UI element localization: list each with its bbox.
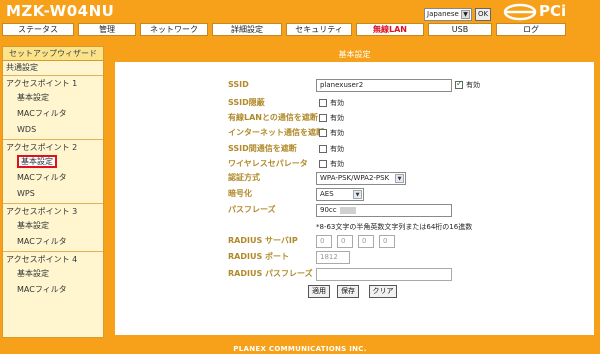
radius-ip-row: RADIUS サーバIP 0 0 0 0 [115, 235, 594, 249]
tab-status[interactable]: ステータス [2, 23, 74, 36]
radius-ip-octet-2[interactable]: 0 [337, 235, 353, 248]
basic-settings-panel: 基本設定 SSID planexuser2 有効 SSID隠蔽 有効 有線LAN… [113, 46, 596, 337]
ssid-input[interactable]: planexuser2 [316, 79, 452, 92]
separator-row: ワイヤレスセパレータ 有効 [115, 158, 594, 172]
logo-swoosh-icon [503, 3, 537, 21]
auth-row: 認証方式 WPA-PSK/WPA2-PSK ▼ [115, 172, 594, 186]
enc-select[interactable]: AES ▼ [316, 188, 364, 201]
apply-button[interactable]: 適用 [308, 285, 330, 298]
header: MZK-W04NU Japanese ▼ OK PCi [0, 0, 600, 22]
enc-row: 暗号化 AES ▼ [115, 188, 594, 202]
sidebar: セットアップウィザード 共通設定 アクセスポイント 1 基本設定 MACフィルタ… [2, 46, 104, 338]
ssid-between-label: SSID間通信を遮断 [228, 144, 297, 153]
divider [3, 75, 103, 76]
sidebar-item-common[interactable]: 共通設定 [3, 61, 103, 74]
radius-pass-row: RADIUS パスフレーズ [115, 268, 594, 282]
top-menu: ステータス 管理 ネットワーク 詳細設定 セキュリティ 無線LAN USB ログ [0, 23, 600, 38]
sidebar-item-ap1-wds[interactable]: WDS [3, 122, 103, 138]
ssid-between-row: SSID間通信を遮断 有効 [115, 143, 594, 157]
wired-block-label: 有線LANとの通信を遮断 [228, 113, 318, 122]
internet-block-row: インターネット通信を遮断 有効 [115, 127, 594, 141]
internet-block-checkbox[interactable] [319, 129, 327, 137]
ssid-enabled-checkbox[interactable] [455, 79, 463, 89]
pass-row: パスフレーズ 90cc [115, 204, 594, 218]
passphrase-input[interactable]: 90cc [316, 204, 452, 217]
clear-button[interactable]: クリア [369, 285, 397, 298]
radius-port-row: RADIUS ポート 1812 [115, 251, 594, 265]
radius-ip-octet-1[interactable]: 0 [316, 235, 332, 248]
tab-management[interactable]: 管理 [78, 23, 136, 36]
tab-security[interactable]: セキュリティ [286, 23, 352, 36]
sidebar-section-ap1: アクセスポイント 1 [3, 77, 103, 90]
separator-label: ワイヤレスセパレータ [228, 159, 308, 168]
divider [3, 251, 103, 252]
passphrase-mask [339, 206, 356, 214]
sidebar-section-ap4: アクセスポイント 4 [3, 253, 103, 266]
ssid-hide-checkbox[interactable] [319, 99, 327, 107]
tab-wireless-lan[interactable]: 無線LAN [356, 23, 424, 36]
save-button[interactable]: 保存 [337, 285, 359, 298]
radius-pass-input[interactable] [316, 268, 452, 281]
ssid-between-checkbox[interactable] [319, 145, 327, 153]
divider [3, 139, 103, 140]
enc-label: 暗号化 [228, 189, 252, 198]
chevron-down-icon: ▼ [461, 10, 470, 19]
ssid-label: SSID [228, 80, 249, 89]
internet-block-text: 有効 [330, 129, 344, 137]
auth-label: 認証方式 [228, 173, 260, 182]
wired-block-text: 有効 [330, 114, 344, 122]
sidebar-item-ap1-basic[interactable]: 基本設定 [3, 90, 103, 106]
ssid-hide-text: 有効 [330, 99, 344, 107]
language-value: Japanese [427, 10, 459, 18]
internet-block-label: インターネット通信を遮断 [228, 128, 324, 137]
sidebar-item-ap1-mac[interactable]: MACフィルタ [3, 106, 103, 122]
wired-block-checkbox[interactable] [319, 114, 327, 122]
sidebar-setup-wizard[interactable]: セットアップウィザード [3, 47, 103, 61]
radius-port-input[interactable]: 1812 [316, 251, 350, 264]
page-title: 基本設定 [115, 48, 594, 62]
enc-value: AES [320, 190, 334, 198]
passphrase-value: 90cc [320, 206, 337, 214]
sidebar-item-ap4-basic[interactable]: 基本設定 [3, 266, 103, 282]
radius-ip-octet-3[interactable]: 0 [358, 235, 374, 248]
logo-text: PCi [539, 2, 567, 20]
radius-port-label: RADIUS ポート [228, 252, 290, 261]
divider [3, 203, 103, 204]
wired-block-row: 有線LANとの通信を遮断 有効 [115, 112, 594, 126]
radius-ip-octet-4[interactable]: 0 [379, 235, 395, 248]
tab-usb[interactable]: USB [428, 23, 492, 36]
passphrase-note: *8-63文字の半角英数文字列または64桁の16進数 [316, 223, 473, 231]
tab-log[interactable]: ログ [496, 23, 566, 36]
ssid-row: SSID planexuser2 有効 [115, 79, 594, 93]
footer-copyright: PLANEX COMMUNICATIONS INC. [233, 345, 367, 353]
tab-network[interactable]: ネットワーク [140, 23, 208, 36]
radius-pass-label: RADIUS パスフレーズ [228, 269, 313, 278]
sidebar-item-ap2-mac[interactable]: MACフィルタ [3, 170, 103, 186]
sidebar-section-ap2: アクセスポイント 2 [3, 141, 103, 154]
auth-value: WPA-PSK/WPA2-PSK [320, 174, 390, 182]
language-ok-button[interactable]: OK [475, 8, 491, 21]
planex-logo: PCi [503, 2, 593, 22]
sidebar-item-ap2-basic[interactable]: 基本設定 [3, 154, 103, 170]
radius-ip-label: RADIUS サーバIP [228, 236, 298, 245]
ssid-between-text: 有効 [330, 145, 344, 153]
language-select[interactable]: Japanese ▼ [424, 8, 472, 21]
auth-select[interactable]: WPA-PSK/WPA2-PSK ▼ [316, 172, 406, 185]
separator-text: 有効 [330, 160, 344, 168]
chevron-down-icon: ▼ [395, 174, 404, 183]
sidebar-item-ap3-basic[interactable]: 基本設定 [3, 218, 103, 234]
sidebar-item-ap4-mac[interactable]: MACフィルタ [3, 282, 103, 298]
ssid-hide-label: SSID隠蔽 [228, 98, 265, 107]
ssid-enabled-text: 有効 [466, 81, 480, 89]
separator-checkbox[interactable] [319, 160, 327, 168]
sidebar-item-ap3-mac[interactable]: MACフィルタ [3, 234, 103, 250]
sidebar-item-label: 基本設定 [17, 155, 57, 168]
ssid-hide-row: SSID隠蔽 有効 [115, 97, 594, 111]
chevron-down-icon: ▼ [353, 190, 362, 199]
model-name: MZK-W04NU [6, 2, 115, 20]
sidebar-item-ap2-wps[interactable]: WPS [3, 186, 103, 202]
sidebar-section-ap3: アクセスポイント 3 [3, 205, 103, 218]
pass-label: パスフレーズ [228, 205, 276, 214]
tab-advanced[interactable]: 詳細設定 [212, 23, 282, 36]
